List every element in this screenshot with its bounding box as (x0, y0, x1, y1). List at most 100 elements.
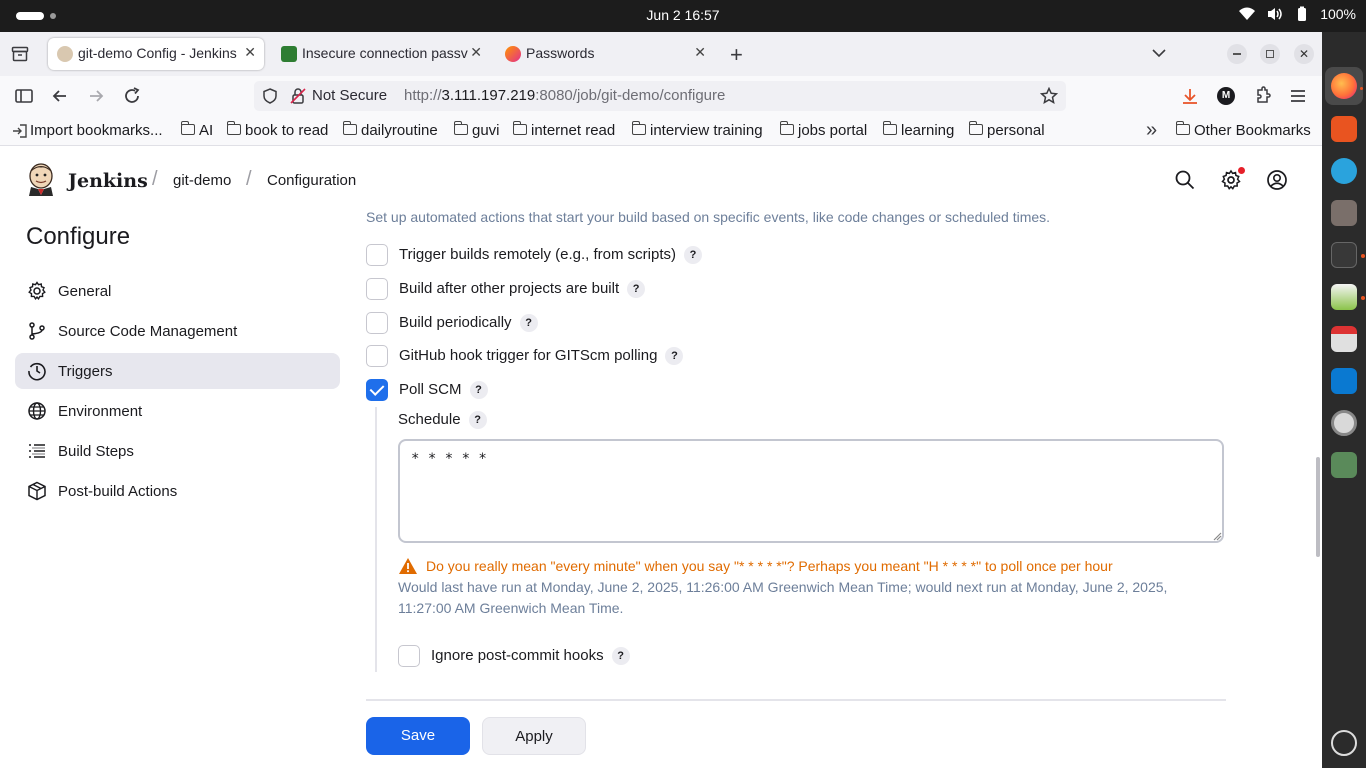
settings-icon[interactable] (1331, 410, 1357, 436)
bookmark-folder-personal[interactable]: personal (968, 121, 1045, 139)
resize-handle-icon[interactable] (1212, 531, 1222, 541)
restore-window-icon[interactable] (1260, 44, 1280, 64)
bookmark-folder-ai[interactable]: AI (180, 121, 213, 139)
jenkins-logo-icon[interactable] (26, 162, 56, 196)
warning-icon (399, 558, 417, 574)
terminal-favicon-icon (281, 46, 297, 62)
bookmark-folder-learning[interactable]: learning (882, 121, 954, 139)
tab-close-icon[interactable]: ✕ (244, 44, 256, 61)
new-tab-icon[interactable]: + (730, 42, 743, 68)
text-editor-icon[interactable] (1331, 284, 1357, 310)
os-clock[interactable]: Jun 2 16:57 (0, 7, 1366, 23)
reload-icon[interactable] (122, 86, 142, 106)
help-icon[interactable]: ? (665, 347, 684, 365)
menu-icon[interactable] (1288, 86, 1308, 106)
vscode-icon[interactable] (1331, 368, 1357, 394)
option-label: Poll SCM (399, 381, 462, 398)
system-status[interactable]: 100% (1238, 6, 1356, 22)
close-window-icon[interactable]: ✕ (1294, 44, 1314, 64)
forward-arrow-icon[interactable] (86, 86, 106, 106)
back-arrow-icon[interactable] (50, 86, 70, 106)
user-account-icon[interactable] (1266, 169, 1288, 191)
bookmark-folder-internet-read[interactable]: internet read (512, 121, 615, 139)
help-icon[interactable]: ? (627, 280, 646, 298)
app-center-icon[interactable] (1331, 116, 1357, 142)
save-button[interactable]: Save (366, 717, 470, 755)
url-text[interactable]: http://3.111.197.219:8080/job/git-demo/c… (404, 87, 725, 104)
folder-icon (779, 121, 794, 135)
package-icon (28, 481, 46, 501)
list-icon (29, 444, 45, 458)
tab-close-icon[interactable]: ✕ (694, 44, 706, 61)
bookmark-import[interactable]: Import bookmarks... (12, 122, 163, 139)
sidebar-item-triggers[interactable]: Triggers (15, 353, 340, 389)
checkbox[interactable] (366, 345, 388, 367)
folder-icon (512, 121, 527, 135)
bookmark-folder-guvi[interactable]: guvi (453, 121, 500, 139)
extensions-icon[interactable] (1252, 86, 1272, 106)
bookmark-star-icon[interactable] (1040, 87, 1058, 105)
url-bar[interactable]: Not Secure http://3.111.197.219:8080/job… (254, 81, 1066, 111)
help-icon[interactable]: ? (519, 314, 538, 332)
wifi-icon (1239, 7, 1256, 20)
nested-section-indicator (375, 407, 377, 672)
folder-icon (631, 121, 646, 135)
sidebar-toggle-icon[interactable] (14, 86, 34, 106)
page-scrollbar[interactable] (1316, 457, 1320, 557)
import-icon (13, 124, 27, 138)
bookmark-folder-interview-training[interactable]: interview training (631, 121, 763, 139)
software-updater-icon[interactable] (1331, 326, 1357, 352)
search-icon[interactable] (1174, 169, 1196, 191)
apply-button[interactable]: Apply (482, 717, 586, 755)
sidebar-item-general[interactable]: General (15, 273, 340, 309)
downloads-icon[interactable] (1180, 86, 1200, 106)
checkbox[interactable] (366, 278, 388, 300)
firefox-icon[interactable] (1331, 73, 1357, 99)
sidebar-item-source-code-management[interactable]: Source Code Management (15, 313, 340, 349)
shield-icon[interactable] (262, 88, 278, 104)
bookmark-folder-dailyroutine[interactable]: dailyroutine (342, 121, 438, 139)
jenkins-brand[interactable]: Jenkins (68, 170, 148, 192)
help-icon[interactable]: ? (469, 381, 488, 399)
help-icon[interactable]: ? (468, 411, 487, 429)
checkbox[interactable] (398, 645, 420, 667)
bookmarks-overflow-icon[interactable]: » (1146, 119, 1157, 142)
tab-passwords[interactable]: Passwords ✕ (496, 38, 714, 70)
trash-icon[interactable] (1331, 452, 1357, 478)
list-all-tabs-icon[interactable] (1152, 48, 1166, 58)
checkbox[interactable] (366, 312, 388, 334)
folder-icon (882, 121, 897, 135)
sidebar-item-post-build-actions[interactable]: Post-build Actions (15, 473, 340, 509)
help-icon[interactable]: ? (611, 647, 630, 665)
tab-label: git-demo Config - Jenkins (78, 45, 237, 61)
account-avatar-icon[interactable]: M (1217, 87, 1235, 105)
tab-close-icon[interactable]: ✕ (470, 44, 482, 61)
help-icon[interactable]: ? (684, 246, 703, 264)
os-top-bar: Jun 2 16:57 100% (0, 0, 1366, 32)
page-title: Configure (26, 223, 131, 250)
globe-icon (28, 402, 46, 420)
tab-jenkins-config[interactable]: git-demo Config - Jenkins ✕ (48, 38, 264, 70)
terminal-icon[interactable] (1331, 242, 1357, 268)
tab-insecure-connection[interactable]: Insecure connection passv ✕ (272, 38, 490, 70)
notification-dot (1238, 167, 1245, 174)
minimize-window-icon[interactable] (1227, 44, 1247, 64)
checkbox-checked[interactable] (366, 379, 388, 401)
not-secure-label[interactable]: Not Secure (312, 87, 387, 104)
checkbox[interactable] (366, 244, 388, 266)
telegram-icon[interactable] (1331, 158, 1357, 184)
files-icon[interactable] (1331, 200, 1357, 226)
schedule-input[interactable]: * * * * * (398, 439, 1224, 543)
sidebar-item-environment[interactable]: Environment (15, 393, 340, 429)
battery-percent: 100% (1320, 6, 1356, 22)
sidebar-item-build-steps[interactable]: Build Steps (15, 433, 340, 469)
branch-icon (29, 322, 45, 340)
breadcrumb-configuration[interactable]: Configuration (267, 172, 356, 189)
bookmark-folder-book-to-read[interactable]: book to read (226, 121, 328, 139)
bookmark-folder-jobs-portal[interactable]: jobs portal (779, 121, 867, 139)
show-apps-icon[interactable] (1331, 730, 1357, 756)
insecure-lock-icon[interactable] (290, 87, 306, 105)
bookmark-other-bookmarks[interactable]: Other Bookmarks (1175, 121, 1311, 139)
tab-overview-icon[interactable] (11, 46, 29, 62)
breadcrumb-job[interactable]: git-demo (173, 172, 231, 189)
